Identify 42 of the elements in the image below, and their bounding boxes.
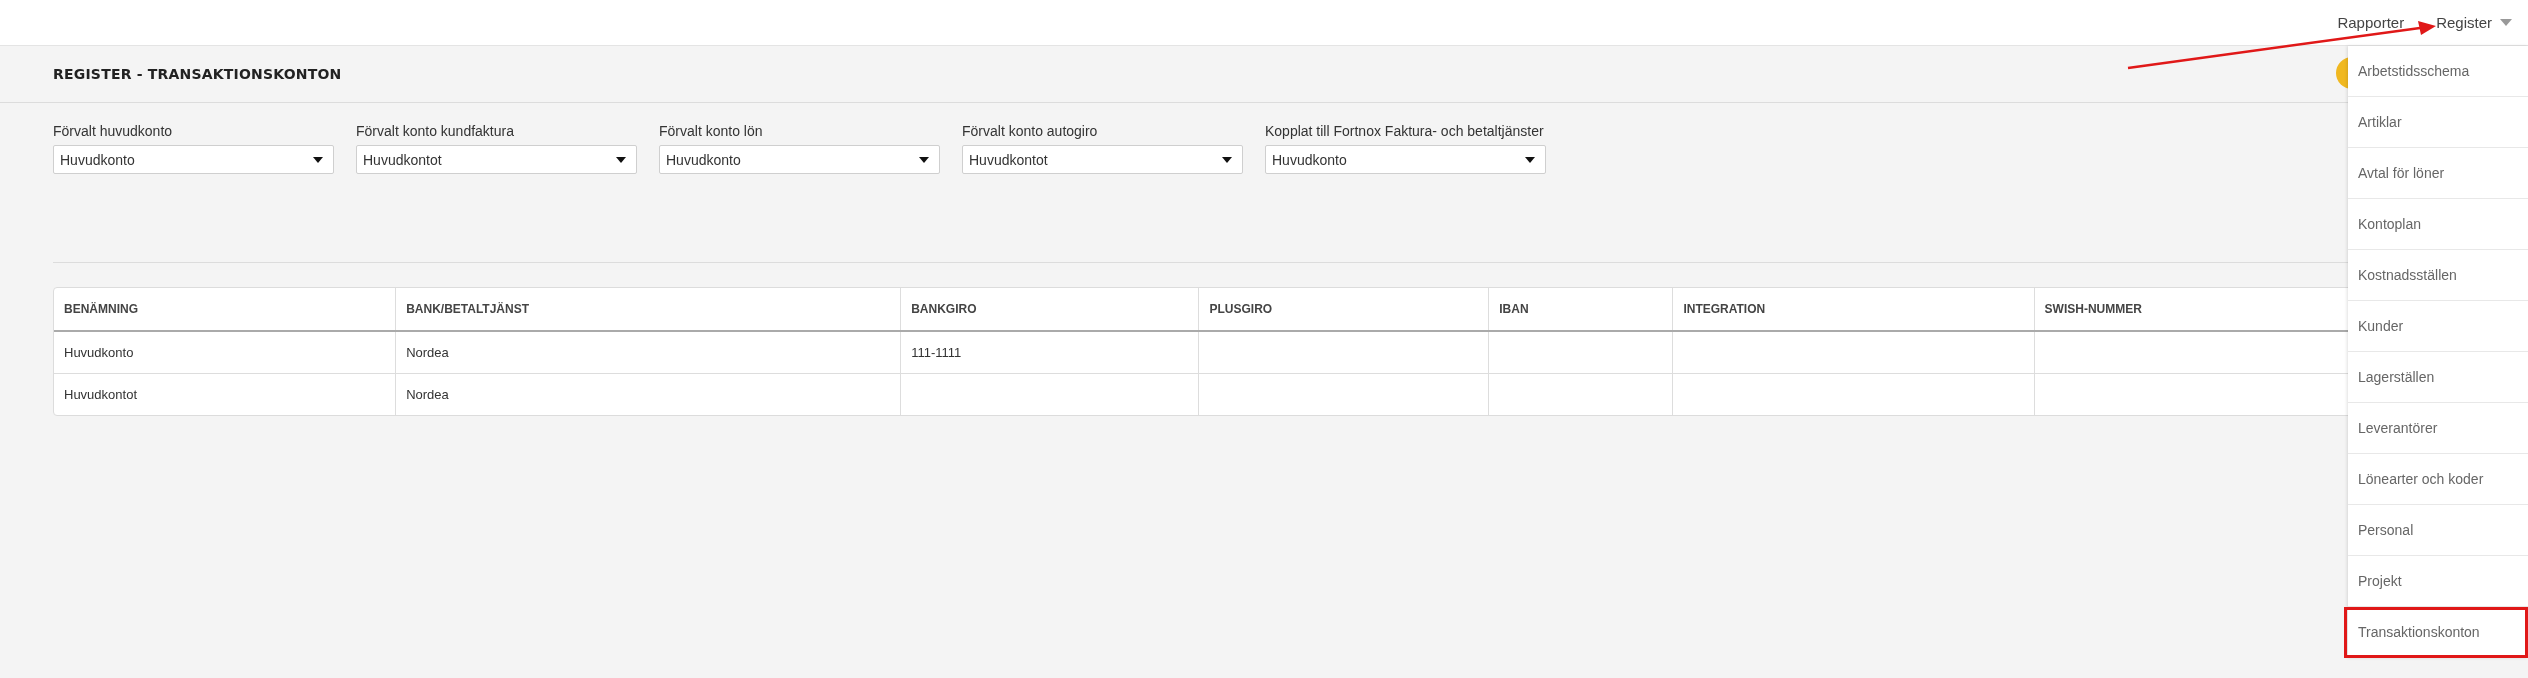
menu-item[interactable]: Arbetstidsschema	[2348, 46, 2528, 97]
caret-icon	[313, 156, 323, 163]
table-cell: Huvudkonto	[54, 331, 396, 374]
dropdown[interactable]: Huvudkonto	[53, 145, 334, 174]
table-cell: Nordea	[395, 373, 901, 415]
dropdown[interactable]: Huvudkonto	[659, 145, 940, 174]
dropdown-label: Kopplat till Fortnox Faktura- och betaltjänster	[1265, 123, 1545, 139]
caret-icon	[616, 156, 626, 163]
caret-icon	[2500, 19, 2512, 26]
dropdown[interactable]: Huvudkontot	[962, 145, 1243, 174]
page-title: REGISTER - TRANSAKTIONSKONTON	[53, 66, 342, 82]
nav-link[interactable]: Rapporter	[2337, 14, 2405, 31]
menu-item[interactable]: Personal	[2348, 505, 2528, 556]
dropdown-label: Förvalt konto autogiro	[962, 123, 1099, 139]
dropdown-label: Förvalt konto lön	[659, 123, 764, 139]
nav-link[interactable]: Register	[2436, 14, 2512, 31]
column-header: INTEGRATION	[1672, 288, 2035, 331]
table-cell: 111-1111	[900, 331, 1199, 374]
menu-item[interactable]: Artiklar	[2348, 97, 2528, 148]
menu-item[interactable]: Avtal för löner	[2348, 148, 2528, 199]
caret-icon	[1222, 156, 1232, 163]
column-header: BENÄMNING	[54, 288, 396, 331]
menu-item[interactable]: Leverantörer	[2348, 403, 2528, 454]
column-header: BANKGIRO	[900, 288, 1199, 331]
menu-item[interactable]: Kontoplan	[2348, 199, 2528, 250]
menu-item[interactable]: Transaktionskonton	[2344, 607, 2528, 658]
dropdown-label: Förvalt huvudkonto	[53, 123, 174, 139]
menu-item[interactable]: Lagerställen	[2348, 352, 2528, 403]
menu-item[interactable]: Kostnadsställen	[2348, 250, 2528, 301]
dropdown[interactable]: Huvudkontot	[356, 145, 637, 174]
menu-item[interactable]: Lönearter och koder	[2348, 454, 2528, 505]
menu-item[interactable]: Kunder	[2348, 301, 2528, 352]
dropdown-label: Förvalt konto kundfaktura	[356, 123, 515, 139]
column-header: PLUSGIRO	[1198, 288, 1489, 331]
caret-icon	[919, 156, 929, 163]
dropdown[interactable]: Huvudkonto	[1265, 145, 1546, 174]
menu-item[interactable]: Projekt	[2348, 556, 2528, 607]
table-cell: Nordea	[395, 331, 901, 374]
caret-icon	[1525, 156, 1535, 163]
column-header: BANK/BETALTJÄNST	[395, 288, 901, 331]
table-cell: Huvudkontot	[54, 373, 396, 415]
column-header: IBAN	[1488, 288, 1673, 331]
